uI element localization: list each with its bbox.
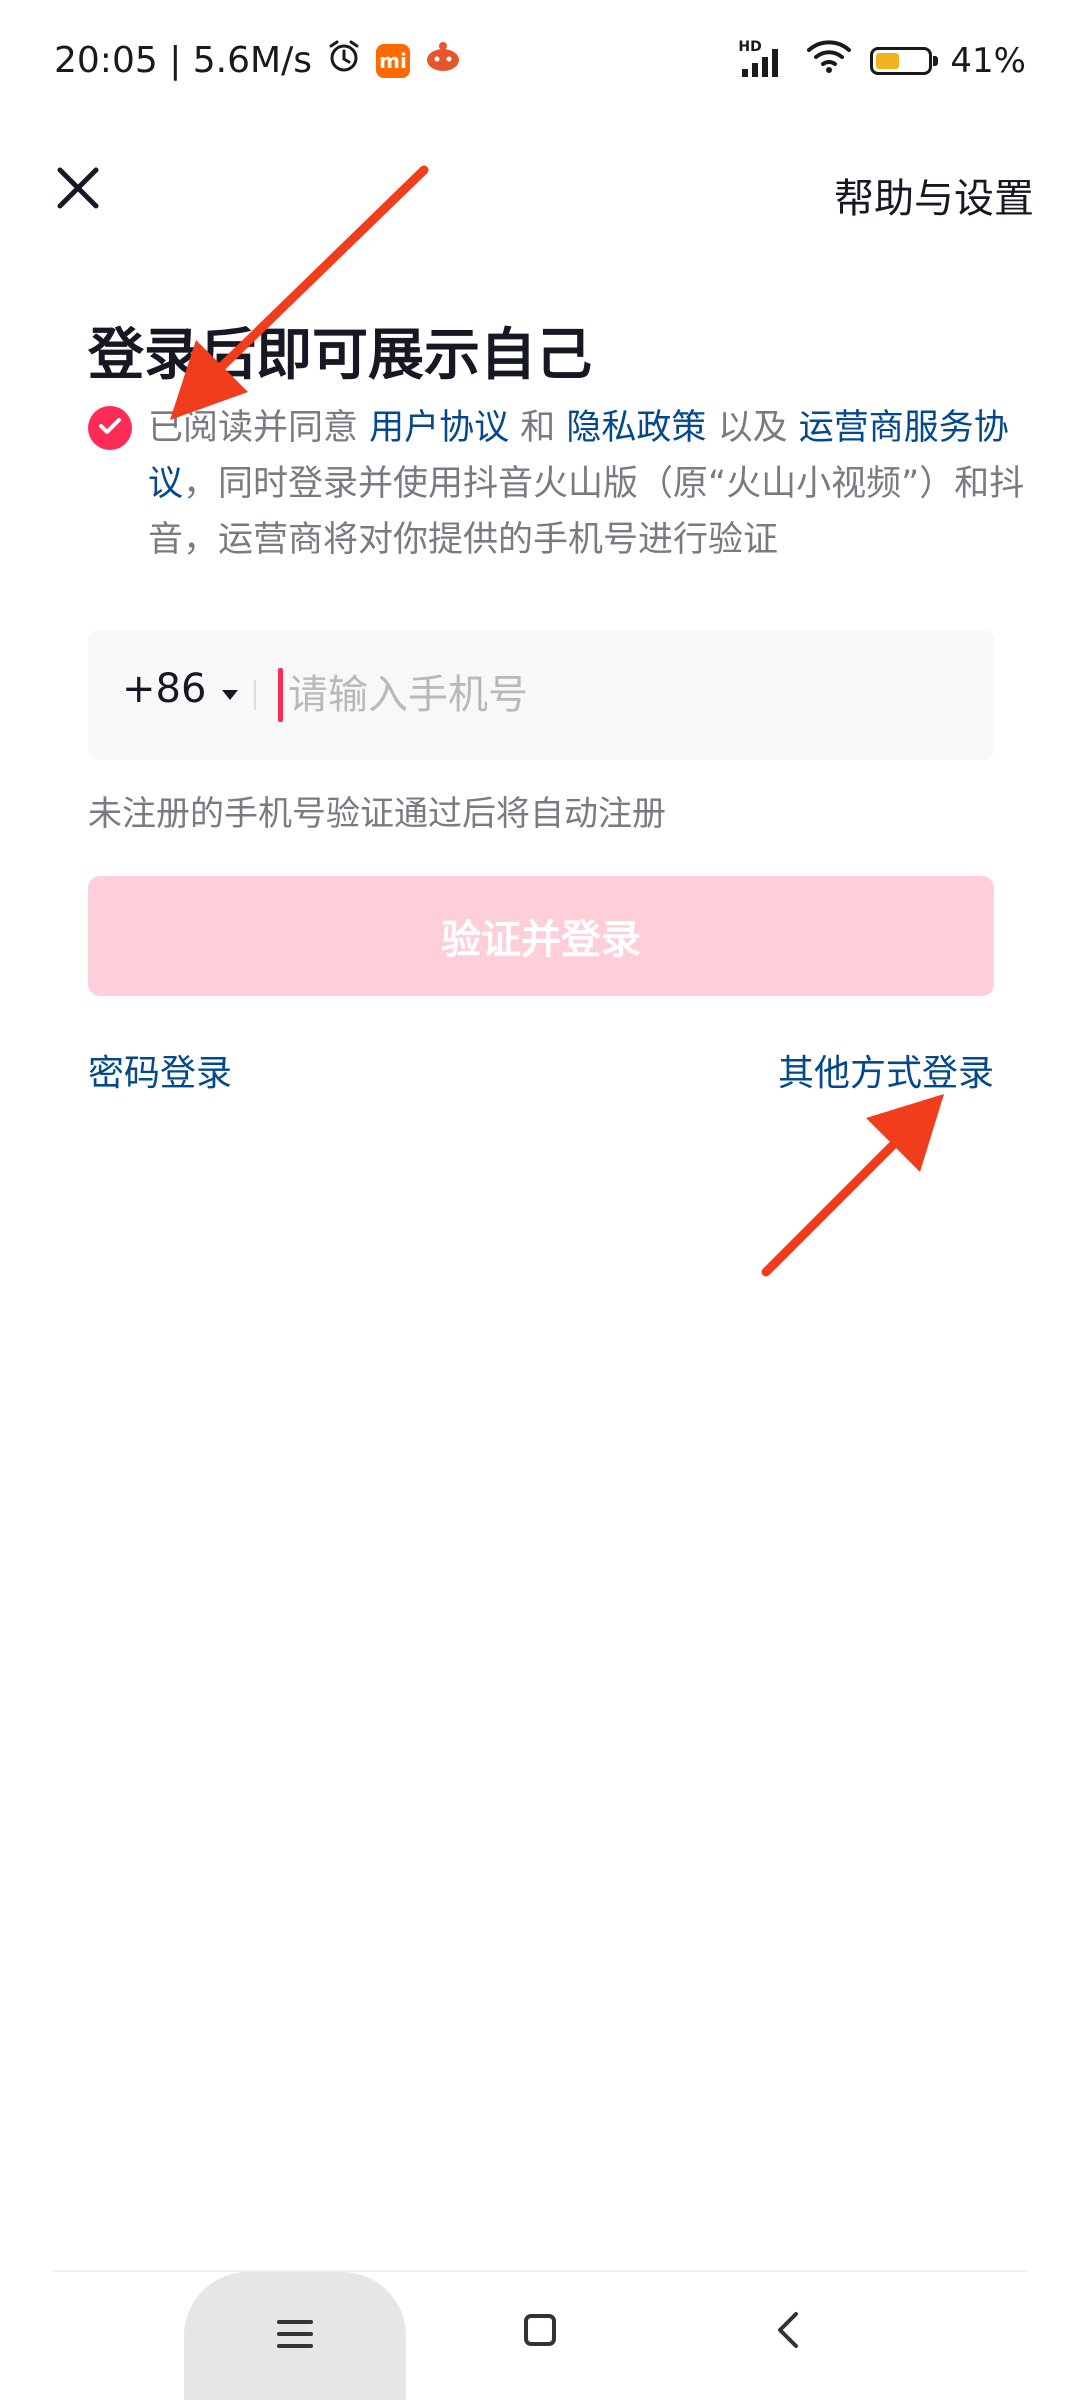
annotation-arrow-other-login <box>761 1094 944 1277</box>
alarm-clock-icon <box>326 38 362 83</box>
verify-login-button[interactable]: 验证并登录 <box>88 876 994 996</box>
privacy-policy-link[interactable]: 隐私政策 <box>566 408 706 448</box>
nav-back-button[interactable] <box>756 2300 820 2364</box>
country-code-label: +86 <box>122 666 207 712</box>
phone-number-input[interactable] <box>278 652 958 738</box>
agreement-text-part3: 以及 <box>706 408 799 448</box>
check-icon <box>97 413 123 443</box>
notification-app-icon <box>424 38 462 83</box>
password-login-link[interactable]: 密码登录 <box>88 1044 232 1096</box>
status-time-speed: 20:05 | 5.6M/s <box>54 40 312 81</box>
close-button[interactable] <box>48 160 108 220</box>
home-square-icon <box>522 2312 558 2352</box>
menu-icon <box>277 2318 313 2354</box>
wifi-icon <box>806 38 852 83</box>
page-title: 登录后即可展示自己 <box>88 323 592 388</box>
nav-menu-button[interactable] <box>184 2272 406 2400</box>
close-icon <box>56 166 100 214</box>
battery-icon <box>870 46 939 75</box>
country-code-selector[interactable]: +86 <box>122 666 240 712</box>
agreement-text-part2: 和 <box>509 408 567 448</box>
help-settings-link[interactable]: 帮助与设置 <box>834 166 1034 224</box>
text-cursor <box>278 668 283 722</box>
battery-fill <box>876 52 900 69</box>
user-agreement-link[interactable]: 用户协议 <box>369 408 509 448</box>
nav-bar-divider <box>52 2270 1028 2272</box>
other-login-link[interactable]: 其他方式登录 <box>778 1044 994 1096</box>
agreement-text-part4: ，同时登录并使用抖音火山版（原“火山小视频”）和抖音，运营商将对你提供的手机号进… <box>148 464 1025 560</box>
agreement-text: 已阅读并同意 用户协议 和 隐私政策 以及 运营商服务协议，同时登录并使用抖音火… <box>148 400 1048 568</box>
status-bar-left: 20:05 | 5.6M/s mi <box>54 38 462 83</box>
signal-icon: HD <box>738 39 788 79</box>
input-divider <box>254 680 256 710</box>
agreement-checkbox[interactable] <box>88 406 132 450</box>
status-bar-right: HD 41% <box>738 38 1026 83</box>
back-chevron-icon <box>774 2310 802 2354</box>
caret-down-icon <box>220 666 240 712</box>
battery-percent: 41% <box>950 40 1026 81</box>
phone-input-box: +86 <box>88 630 994 760</box>
auto-register-hint: 未注册的手机号验证通过后将自动注册 <box>88 794 666 834</box>
agreement-text-part1: 已阅读并同意 <box>148 408 370 448</box>
mi-app-icon: mi <box>375 43 410 78</box>
nav-home-button[interactable] <box>508 2300 572 2364</box>
